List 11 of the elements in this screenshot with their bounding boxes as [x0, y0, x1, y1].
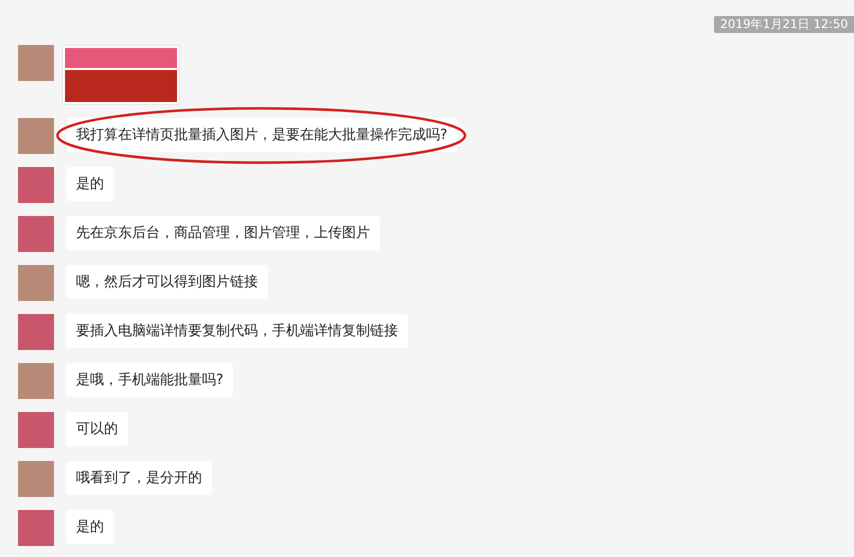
message-bubble: 是的: [66, 167, 114, 201]
message-bubble: 可以的: [66, 412, 128, 446]
message-bubble: 是的: [66, 510, 114, 544]
image-thumbnail[interactable]: [62, 45, 180, 105]
message-bubble: 是哦，手机端能批量吗?: [66, 363, 234, 397]
message-timestamp: 2019年1月21日 12:50: [714, 16, 854, 33]
message-bubble: 先在京东后台，商品管理，图片管理，上传图片: [66, 216, 380, 250]
message-bubble: 我打算在详情页批量插入图片，是要在能大批量操作完成吗?: [66, 118, 458, 152]
message-bubble: 要插入电脑端详情要复制代码，手机端详情复制链接: [66, 314, 408, 348]
message-bubble: 哦看到了，是分开的: [66, 461, 212, 495]
message-bubble: 嗯，然后才可以得到图片链接: [66, 265, 268, 299]
